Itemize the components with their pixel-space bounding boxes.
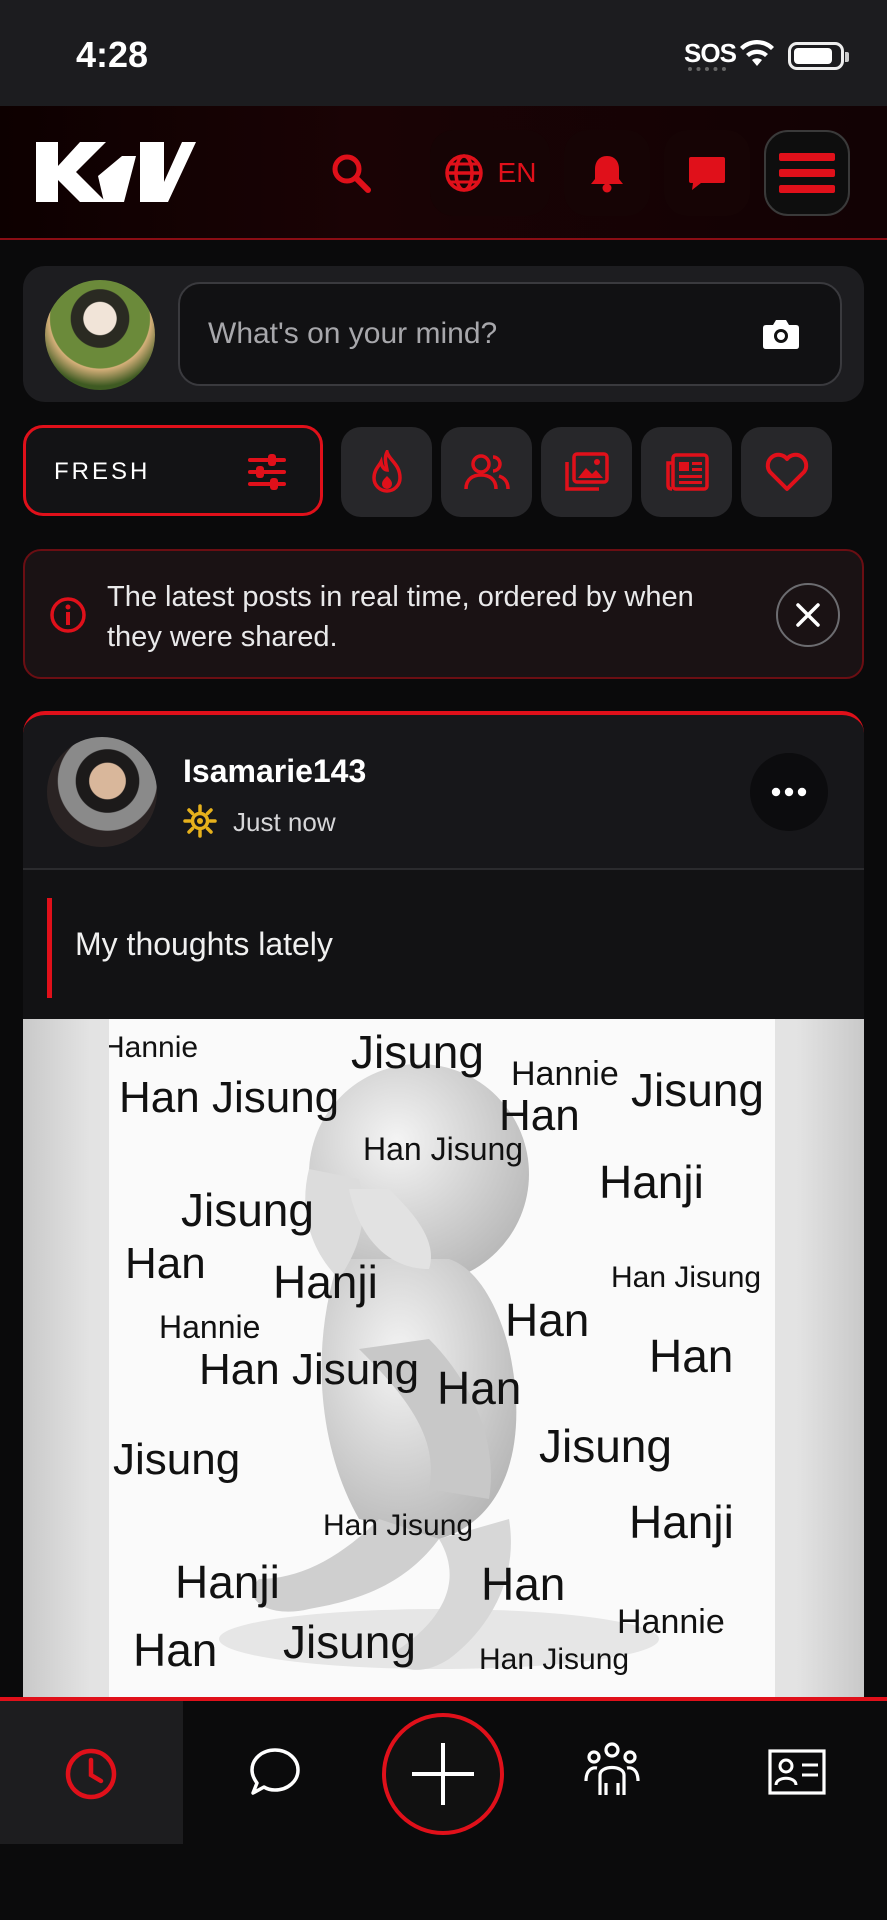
image-word: Hanji: [629, 1496, 734, 1548]
post-text: My thoughts lately: [75, 926, 333, 962]
menu-button[interactable]: [764, 130, 850, 216]
post-timestamp: Just now: [233, 807, 336, 837]
chat-icon: [689, 157, 725, 190]
bottom-navigation: [0, 1697, 887, 1920]
message-icon[interactable]: [248, 1745, 302, 1799]
clock-icon: [65, 1748, 117, 1800]
image-word: Han: [125, 1239, 206, 1288]
image-word: Han Jisung: [199, 1345, 420, 1394]
image-word: Hanji: [175, 1556, 280, 1608]
news-icon: [665, 453, 709, 491]
filter-articles[interactable]: [641, 427, 732, 517]
wifi-icon: [740, 39, 774, 66]
image-word: Han Jisung: [323, 1509, 474, 1542]
status-bar: 4:28 SOS: [0, 0, 887, 106]
image-word: Han: [649, 1330, 734, 1382]
heart-icon: [765, 452, 808, 491]
post-composer: What's on your mind?: [23, 266, 864, 402]
logo[interactable]: [36, 136, 196, 208]
bell-icon: [591, 156, 623, 193]
close-icon: [796, 603, 820, 627]
create-post-button[interactable]: [382, 1713, 504, 1835]
people-icon: [463, 454, 510, 490]
add-icon: [412, 1743, 474, 1805]
image-word: Hanji: [599, 1156, 704, 1208]
notifications-button[interactable]: [564, 130, 650, 216]
image-word: Hannie: [511, 1055, 619, 1093]
sos-indicator: SOS: [684, 38, 737, 68]
nav-recent[interactable]: [0, 1701, 183, 1844]
image-word: Han: [437, 1362, 522, 1414]
globe-icon: [444, 154, 483, 192]
image-word: Han: [505, 1294, 590, 1346]
image-word: Han Jisung: [119, 1073, 340, 1122]
filter-trending[interactable]: [341, 427, 432, 517]
info-banner: The latest posts in real time, ordered b…: [23, 549, 864, 679]
avatar[interactable]: [47, 737, 157, 847]
status-time: 4:28: [76, 34, 149, 75]
avatar[interactable]: [45, 280, 155, 390]
more-icon: [771, 787, 807, 797]
post-username[interactable]: Isamarie143: [183, 753, 366, 790]
app-header: EN: [0, 106, 887, 240]
search-icon[interactable]: [330, 152, 372, 194]
signal-dots: [688, 67, 726, 71]
community-icon[interactable]: [584, 1741, 640, 1799]
battery-icon: [788, 42, 849, 70]
post-content: My thoughts lately: [23, 870, 864, 1019]
image-word: Han: [481, 1558, 566, 1610]
post-header: Isamarie143 Just now: [23, 715, 864, 870]
image-word: Jisung: [539, 1420, 672, 1472]
gallery-icon: [564, 452, 609, 491]
image-word: Han: [133, 1624, 218, 1676]
filter-favorites[interactable]: [741, 427, 832, 517]
language-button[interactable]: EN: [430, 130, 550, 216]
image-word: Jisung: [283, 1616, 416, 1668]
image-word: Jisung: [351, 1026, 484, 1078]
image-word: Hannie: [617, 1603, 725, 1641]
info-icon: [50, 597, 86, 633]
menu-icon: [779, 153, 835, 193]
image-word: Hannie: [109, 1031, 199, 1064]
messages-button[interactable]: [664, 130, 750, 216]
post-options-button[interactable]: [750, 753, 828, 831]
image-word: Hanji: [273, 1256, 378, 1308]
feed-sort-dropdown[interactable]: FRESH: [23, 425, 323, 516]
sliders-icon: [248, 454, 286, 490]
sun-badge-icon: [183, 804, 217, 838]
image-word: Han Jisung: [479, 1643, 630, 1676]
feed-sort-label: FRESH: [54, 458, 151, 485]
image-word: Jisung: [113, 1435, 241, 1484]
post-image[interactable]: Hannie Jisung Hannie Han Jisung Han Jisu…: [23, 1019, 864, 1715]
quote-bar: [47, 898, 52, 998]
info-banner-text: The latest posts in real time, ordered b…: [107, 581, 694, 653]
image-word: Jisung: [181, 1184, 314, 1236]
composer-placeholder: What's on your mind?: [208, 317, 498, 350]
camera-icon[interactable]: [762, 318, 800, 350]
post-image-content: Hannie Jisung Hannie Han Jisung Han Jisu…: [109, 1019, 775, 1715]
filter-media[interactable]: [541, 427, 632, 517]
filter-following[interactable]: [441, 427, 532, 517]
composer-input[interactable]: What's on your mind?: [178, 282, 842, 386]
profile-card-icon[interactable]: [768, 1749, 826, 1795]
language-label: EN: [497, 157, 537, 188]
image-word: Han Jisung: [363, 1131, 524, 1167]
image-word: Han Jisung: [611, 1261, 762, 1294]
fire-icon: [371, 450, 402, 493]
close-button[interactable]: [776, 583, 840, 647]
image-word: Hannie: [159, 1309, 261, 1345]
image-word: Jisung: [631, 1064, 764, 1116]
